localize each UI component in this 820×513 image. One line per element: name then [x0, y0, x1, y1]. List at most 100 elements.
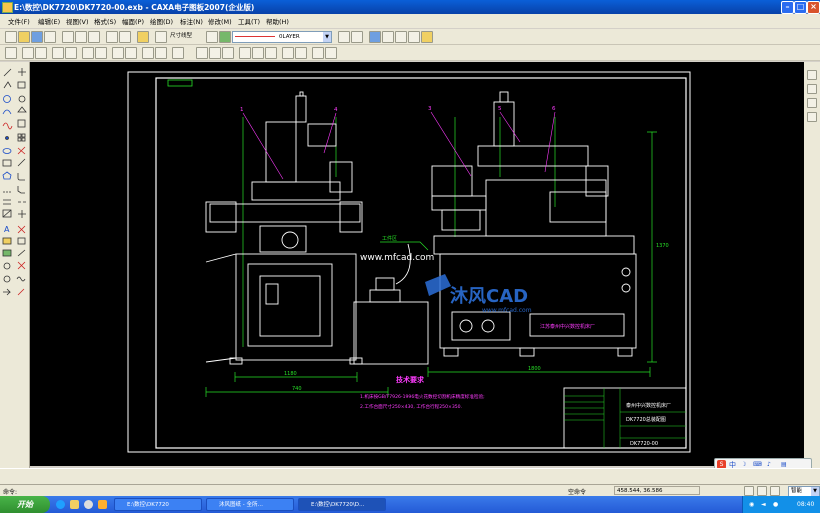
image-icon[interactable]	[2, 249, 12, 257]
spline-icon[interactable]	[2, 122, 13, 130]
matchprop-icon[interactable]	[17, 249, 26, 257]
gear-tool-icon[interactable]	[3, 275, 11, 283]
ortho-toggle-icon[interactable]	[744, 486, 754, 496]
print-icon[interactable]	[44, 31, 56, 43]
drawing-canvas[interactable]: 1 4 3 5 6 1180 740 1800 1370 工件区 江苏泰州中兴数…	[30, 62, 804, 466]
menu-view[interactable]: 视图(V)	[66, 16, 89, 26]
chevron-down-icon[interactable]: ▼	[323, 32, 331, 42]
menu-dimension[interactable]: 标注(N)	[180, 16, 203, 26]
lineweight-toggle-icon[interactable]	[757, 486, 767, 496]
menu-modify[interactable]: 修改(M)	[208, 16, 232, 26]
layer-combo[interactable]: 0LAYER ▼	[232, 31, 332, 43]
array-icon[interactable]	[17, 133, 26, 142]
tolerance-icon[interactable]	[239, 47, 251, 59]
new-file-icon[interactable]	[5, 31, 17, 43]
ime-voice-icon[interactable]: ♪	[767, 461, 771, 468]
task-explorer[interactable]: E:\数控\DK7720	[114, 498, 202, 511]
copy-move-icon[interactable]	[17, 81, 26, 89]
wave-icon[interactable]	[16, 276, 26, 282]
move-icon[interactable]	[18, 68, 26, 76]
undo-icon[interactable]	[106, 31, 118, 43]
point-icon[interactable]	[5, 136, 9, 140]
leader-icon[interactable]	[295, 47, 307, 59]
ellipse-icon[interactable]	[2, 148, 12, 154]
text-tool-icon[interactable]: A	[4, 225, 10, 234]
pencil-icon[interactable]	[17, 288, 25, 296]
equidistant-icon[interactable]	[3, 199, 11, 205]
chamfer-icon[interactable]	[17, 186, 25, 194]
angle-dim-icon[interactable]	[209, 47, 221, 59]
paste-icon[interactable]	[88, 31, 100, 43]
title-block-icon[interactable]	[35, 47, 47, 59]
block-icon[interactable]	[52, 47, 64, 59]
help-icon[interactable]	[137, 31, 149, 43]
zoom-icon[interactable]	[382, 31, 394, 43]
sequence-icon[interactable]	[95, 47, 107, 59]
block-tool-icon[interactable]	[2, 237, 12, 245]
color-icon[interactable]	[219, 31, 231, 43]
chevron-down-icon[interactable]: ▼	[811, 487, 819, 496]
layer-manager-icon[interactable]	[338, 31, 350, 43]
folder-quicklaunch-icon[interactable]	[70, 500, 79, 509]
open-file-icon[interactable]	[18, 31, 30, 43]
explode-icon[interactable]	[17, 225, 26, 234]
radius-dim-icon[interactable]	[222, 47, 234, 59]
task-caxa[interactable]: E:\数控\DK7720\D…	[298, 498, 386, 511]
linetype-icon[interactable]	[351, 31, 363, 43]
pline-icon[interactable]	[3, 81, 12, 89]
scale-icon[interactable]	[17, 119, 26, 128]
close-button[interactable]: ×	[807, 1, 820, 14]
minimize-button[interactable]: –	[781, 1, 794, 14]
menu-format[interactable]: 格式(S)	[94, 16, 116, 26]
fillet-icon[interactable]	[17, 173, 25, 181]
media-quicklaunch-icon[interactable]	[84, 500, 93, 509]
mirror-icon[interactable]	[17, 106, 27, 113]
snap-icon[interactable]	[807, 98, 817, 108]
layer-icon[interactable]	[155, 31, 167, 43]
partial-copy-icon[interactable]	[17, 237, 26, 245]
frame-icon[interactable]	[22, 47, 34, 59]
app-icon[interactable]	[2, 2, 13, 13]
center-mark-icon[interactable]	[325, 47, 337, 59]
menu-sheet[interactable]: 幅面(P)	[122, 16, 144, 26]
polygon-icon[interactable]	[2, 171, 12, 180]
bom-icon[interactable]	[125, 47, 137, 59]
line-icon[interactable]	[3, 68, 12, 77]
circle-icon[interactable]	[3, 95, 11, 103]
hatch-icon[interactable]	[112, 47, 124, 59]
props-icon[interactable]	[807, 70, 817, 80]
extend-icon[interactable]	[17, 158, 26, 167]
start-button[interactable]: 开始	[0, 496, 50, 513]
maximize-button[interactable]: □	[794, 1, 807, 14]
weld-icon[interactable]	[282, 47, 294, 59]
hatch-tool-icon[interactable]	[2, 209, 12, 218]
arrow-tool-icon[interactable]	[3, 288, 11, 296]
text-icon[interactable]	[142, 47, 154, 59]
layer-panel-icon[interactable]	[807, 84, 817, 94]
menu-help[interactable]: 帮助(H)	[266, 16, 289, 26]
delete-icon[interactable]	[17, 261, 26, 270]
roughness-icon[interactable]	[252, 47, 264, 59]
redo-icon[interactable]	[119, 31, 131, 43]
cut-icon[interactable]	[62, 31, 74, 43]
rectangle-icon[interactable]	[2, 159, 12, 167]
rotate-icon[interactable]	[18, 95, 26, 103]
app-quicklaunch-icon[interactable]	[98, 500, 107, 509]
copy-icon[interactable]	[75, 31, 87, 43]
ime-keyboard-icon[interactable]: ⌨	[753, 461, 762, 468]
dynamic-input-icon[interactable]	[770, 486, 780, 496]
dimension-icon[interactable]	[196, 47, 208, 59]
zoom-window-icon[interactable]	[369, 31, 381, 43]
save-icon[interactable]	[31, 31, 43, 43]
tray-volume-icon[interactable]: ◄	[761, 501, 766, 508]
tray-network-icon[interactable]: ◉	[749, 501, 754, 508]
datum-icon[interactable]	[265, 47, 277, 59]
menu-draw[interactable]: 绘图(D)	[150, 16, 173, 26]
table-icon[interactable]	[155, 47, 167, 59]
task-browser[interactable]: 沐风图纸 - 全所…	[206, 498, 294, 511]
pan-icon[interactable]	[395, 31, 407, 43]
symbol-icon[interactable]	[172, 47, 184, 59]
browser-quicklaunch-icon[interactable]	[56, 500, 65, 509]
hole-icon[interactable]	[3, 262, 11, 270]
menu-file[interactable]: 文件(F)	[8, 16, 30, 26]
